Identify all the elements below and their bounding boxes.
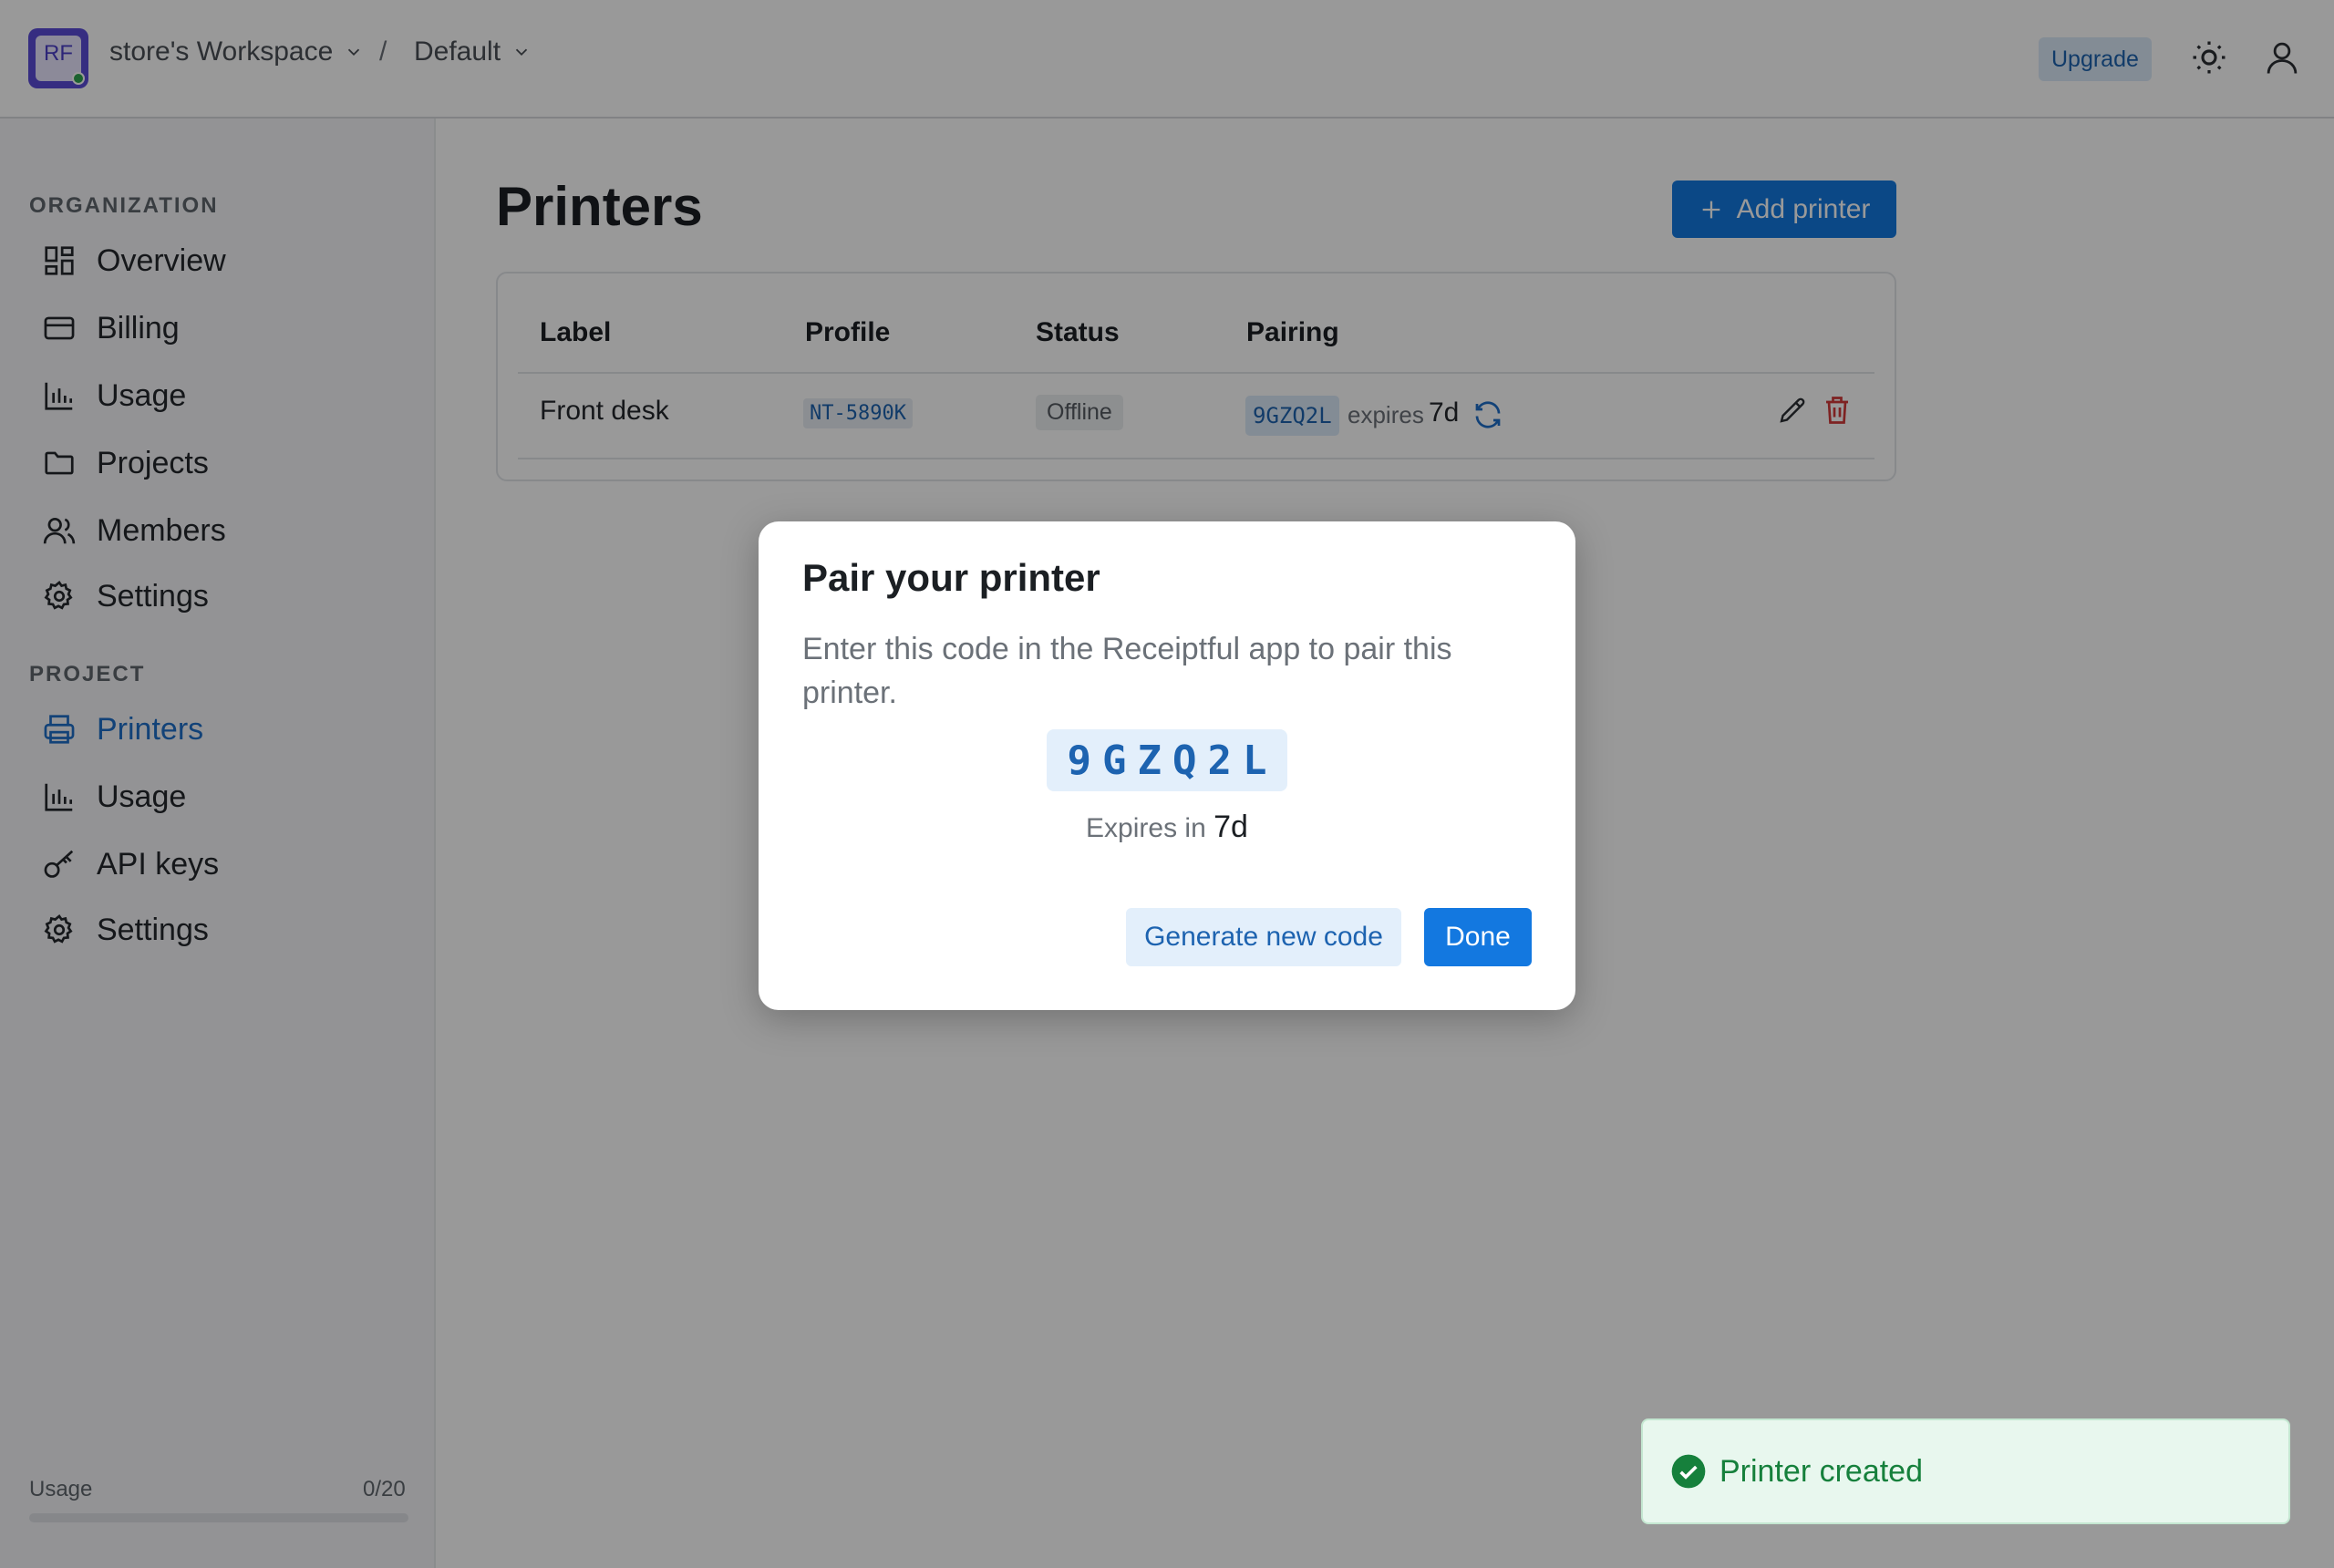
- done-button[interactable]: Done: [1424, 908, 1532, 966]
- dialog-title: Pair your printer: [802, 556, 1100, 599]
- success-toast: Printer created: [1641, 1418, 2290, 1524]
- toast-message: Printer created: [1720, 1453, 1923, 1489]
- generate-new-code-button[interactable]: Generate new code: [1126, 908, 1401, 966]
- check-circle-icon: [1671, 1454, 1706, 1489]
- pairing-code-display: 9GZQ2L: [1047, 729, 1287, 791]
- dialog-expiry: Expires in 7d: [759, 810, 1575, 845]
- pair-printer-dialog: Pair your printer Enter this code in the…: [759, 521, 1575, 1010]
- expiry-value: 7d: [1213, 810, 1248, 844]
- expiry-label: Expires in: [1086, 813, 1206, 843]
- dialog-description: Enter this code in the Receiptful app to…: [802, 632, 1452, 710]
